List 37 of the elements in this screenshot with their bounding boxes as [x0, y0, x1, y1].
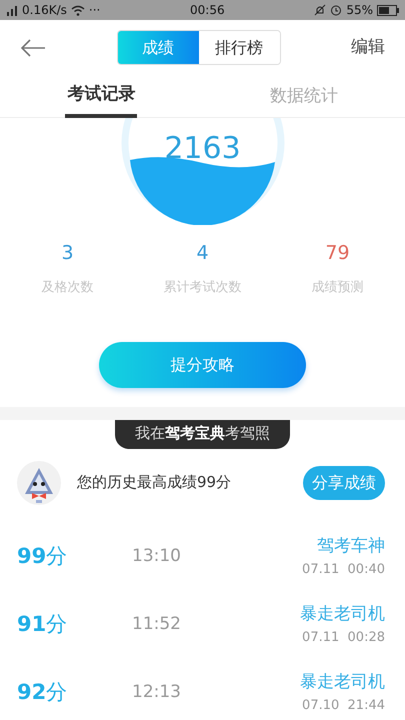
duration: 13:10: [132, 544, 182, 568]
battery-percent: 55%: [346, 2, 373, 19]
muted-bell-icon: [314, 4, 326, 16]
rank-title: 暴走老司机: [300, 671, 385, 694]
wifi-icon: [70, 4, 85, 16]
tab[interactable]: 数据统计: [268, 75, 340, 118]
more-indicator: ···: [88, 2, 100, 19]
clock: 00:56: [190, 2, 225, 19]
stat-label: 累计考试次数: [162, 278, 242, 296]
back-arrow-icon: [20, 39, 46, 58]
stat-value: 4: [195, 241, 210, 266]
score: 92分: [17, 678, 68, 706]
share-button[interactable]: 分享成绩: [303, 466, 385, 500]
stat-label: 及格次数: [40, 278, 94, 296]
signal-icon: [6, 4, 18, 16]
stat-label: 成绩预测: [310, 278, 364, 296]
banner: 我在驾考宝典考驾照: [115, 420, 290, 448]
duration: 12:13: [132, 680, 182, 704]
battery-icon: [376, 4, 399, 16]
rank-title: 驾考车神: [316, 535, 385, 558]
score-total: 2163: [163, 130, 242, 168]
record-date: 07.10 21:44: [301, 696, 385, 714]
segment-tab[interactable]: 成绩: [118, 31, 198, 64]
alarm-clock-icon: [330, 4, 342, 16]
stat-value: 79: [324, 241, 351, 266]
record-date: 07.11 00:28: [301, 628, 385, 646]
score: 99分: [17, 542, 68, 570]
mascot-avatar: [17, 460, 61, 504]
score: 91分: [17, 610, 68, 638]
duration: 11:52: [132, 612, 182, 636]
best-score-text: 您的历史最高成绩99分: [77, 472, 232, 494]
rank-title: 暴走老司机: [300, 603, 385, 626]
stat-value: 3: [60, 241, 75, 266]
tips-button[interactable]: 提分攻略: [99, 342, 306, 388]
network-speed: 0.16K/s: [22, 2, 67, 19]
edit-button[interactable]: 编辑: [351, 34, 385, 60]
record-date: 07.11 00:40: [302, 560, 385, 578]
